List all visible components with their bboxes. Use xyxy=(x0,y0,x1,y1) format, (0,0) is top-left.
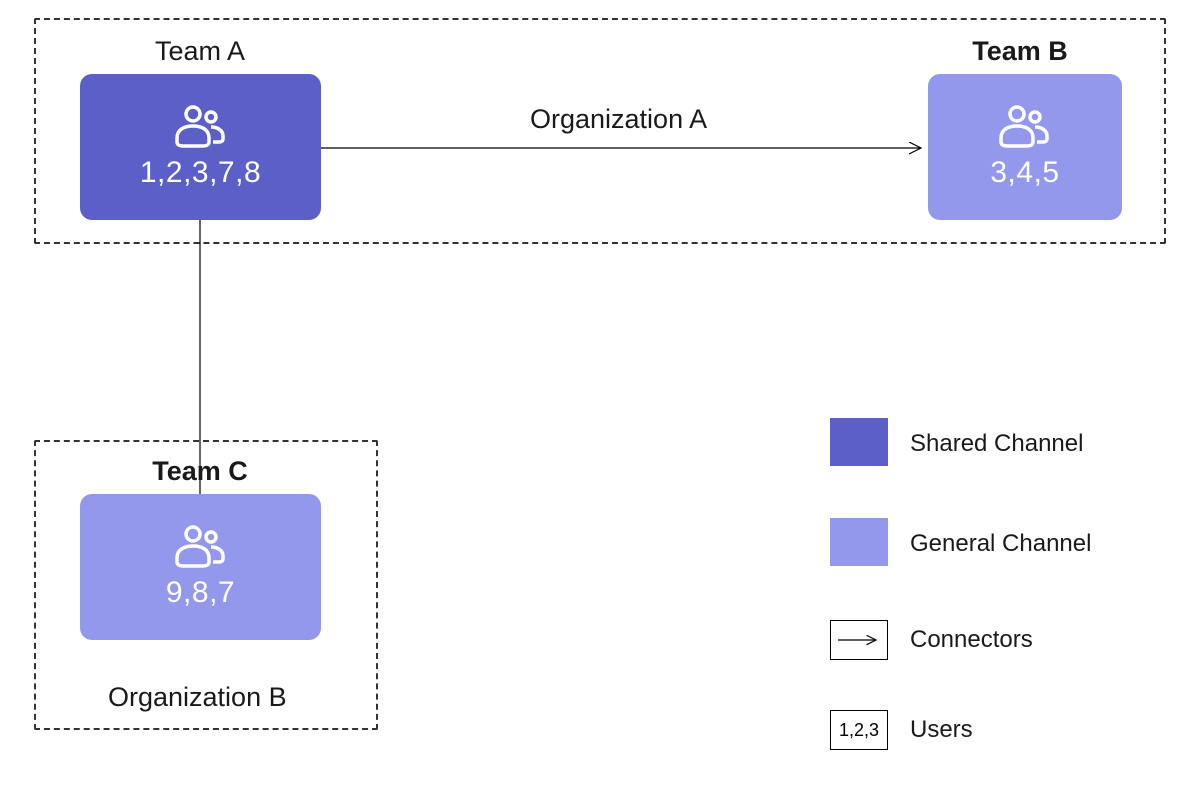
legend-general-label: General Channel xyxy=(910,530,1091,558)
team-b-card: 3,4,5 xyxy=(928,74,1122,220)
legend-connector-swatch xyxy=(830,620,888,660)
legend-users-swatch: 1,2,3 xyxy=(830,710,888,750)
org-b-label: Organization B xyxy=(108,682,287,713)
legend-users-label: Users xyxy=(910,716,973,744)
team-c-card: 9,8,7 xyxy=(80,494,321,640)
legend-shared-label: Shared Channel xyxy=(910,430,1083,458)
team-a-card: 1,2,3,7,8 xyxy=(80,74,321,220)
people-icon xyxy=(173,104,229,148)
legend-shared-swatch xyxy=(830,418,888,466)
legend-general-swatch xyxy=(830,518,888,566)
team-a-members: 1,2,3,7,8 xyxy=(140,156,261,190)
people-icon xyxy=(173,524,229,568)
team-c-members: 9,8,7 xyxy=(166,576,235,610)
team-c-label: Team C xyxy=(140,456,260,487)
people-icon xyxy=(997,104,1053,148)
connector-a-to-b xyxy=(321,140,928,160)
team-b-label: Team B xyxy=(960,36,1080,67)
team-a-label: Team A xyxy=(140,36,260,67)
legend-users-sample: 1,2,3 xyxy=(839,720,879,741)
org-a-label: Organization A xyxy=(530,104,707,135)
legend-connector-label: Connectors xyxy=(910,626,1033,654)
team-b-members: 3,4,5 xyxy=(990,156,1059,190)
